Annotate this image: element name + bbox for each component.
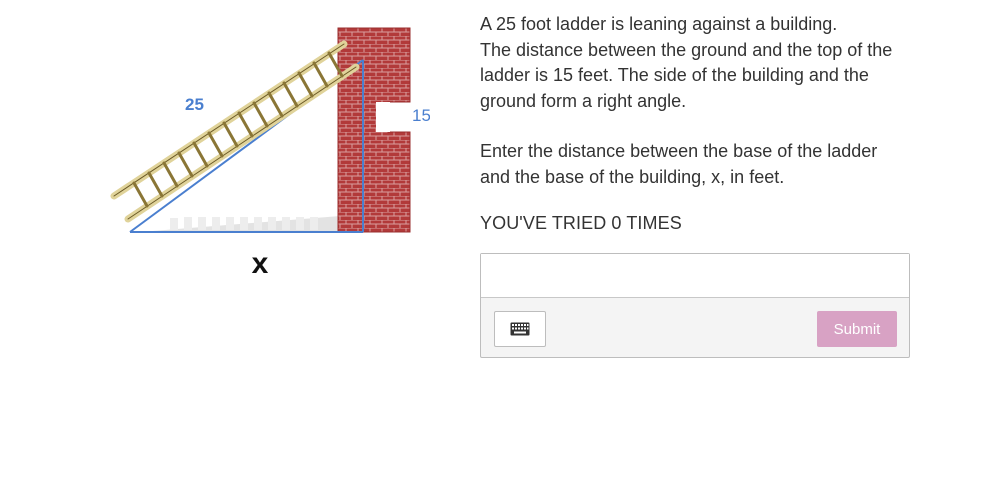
problem-line: The distance between the ground and the … [480,39,893,60]
ladder-length-label: 25 [185,95,204,114]
submit-button[interactable]: Submit [817,311,897,347]
instruction-line: Enter the distance between the base of t… [480,141,878,161]
brick-building [337,27,411,233]
problem-statement: A 25 foot ladder is leaning against a bu… [480,12,920,114]
tries-counter: YOU'VE TRIED 0 TIMES [480,213,682,233]
question-text: A 25 foot ladder is leaning against a bu… [480,12,920,234]
answer-panel: Submit [480,253,910,358]
ladder-diagram: 25 15 x [110,27,431,280]
keyboard-button[interactable] [494,311,546,347]
problem-line: ladder is 15 feet. The side of the build… [480,65,869,85]
problem-line: A 25 foot ladder is leaning against a bu… [480,14,838,34]
instruction-line: and the base of the building, x, in feet… [480,166,785,187]
base-x-label: x [252,247,269,280]
height-label: 15 [412,106,430,125]
ladder-figure: 25 15 x [100,20,431,290]
problem-line: ground form a right angle. [480,90,687,111]
answer-input[interactable] [481,254,909,298]
ladder [110,40,360,223]
keyboard-icon [510,322,530,336]
building-window [376,102,390,132]
instruction: Enter the distance between the base of t… [480,139,920,190]
